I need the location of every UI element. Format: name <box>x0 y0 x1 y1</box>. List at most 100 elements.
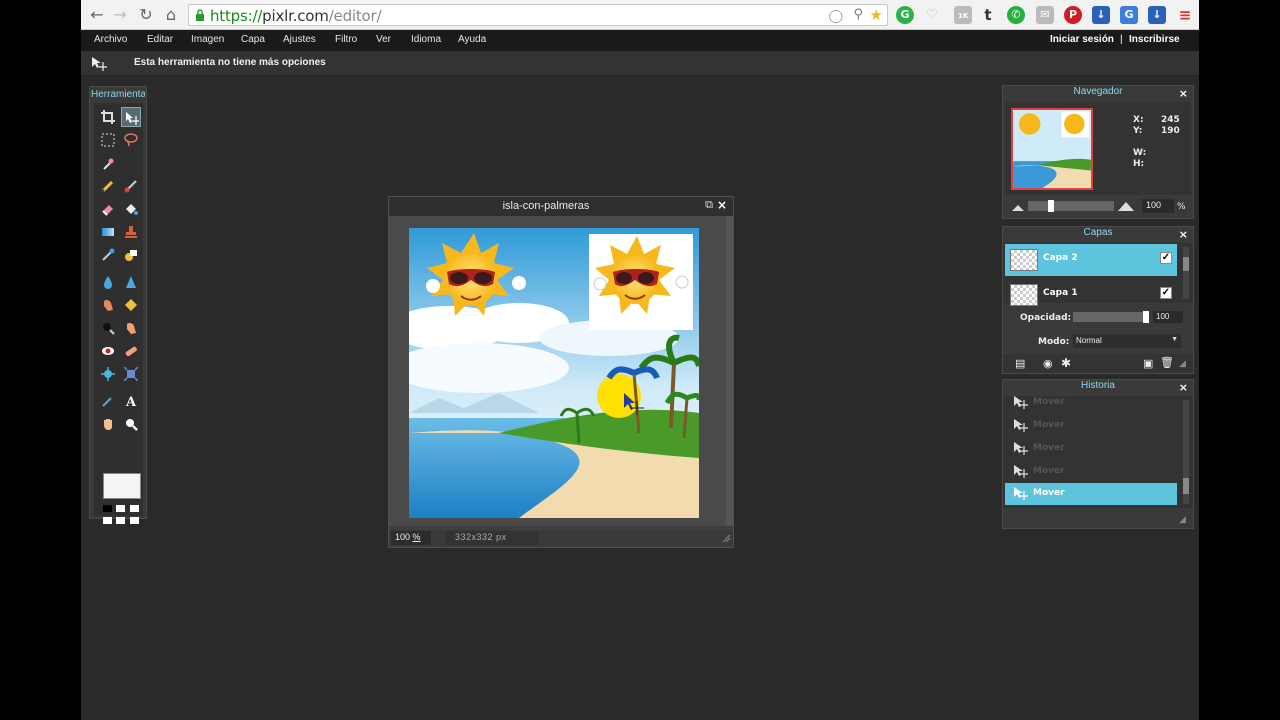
layer-styles-icon[interactable]: ✱ <box>1061 356 1071 370</box>
red-eye-tool[interactable] <box>98 341 118 361</box>
menu-imagen[interactable]: Imagen <box>191 34 224 45</box>
sharpen-tool[interactable] <box>121 272 141 292</box>
clone-stamp-tool[interactable] <box>121 222 141 242</box>
color-square-c[interactable] <box>103 517 112 524</box>
menu-filtro[interactable]: Filtro <box>335 34 357 45</box>
menu-archivo[interactable]: Archivo <box>94 34 127 45</box>
history-item[interactable]: Mover <box>1005 415 1177 437</box>
history-item[interactable]: Mover <box>1005 438 1177 460</box>
layer-settings-icon[interactable]: ▤ <box>1015 357 1025 370</box>
bloat-tool[interactable] <box>98 364 118 384</box>
layer-row-capa-1[interactable]: Capa 1 ✓ <box>1005 279 1177 311</box>
history-scroll-thumb[interactable] <box>1183 478 1189 494</box>
history-close-icon[interactable]: × <box>1179 381 1188 394</box>
menu-ayuda[interactable]: Ayuda <box>458 34 486 45</box>
eraser-tool[interactable] <box>98 199 118 219</box>
back-icon[interactable]: ← <box>87 5 107 25</box>
menu-capa[interactable]: Capa <box>241 34 265 45</box>
pinch-tool[interactable] <box>121 364 141 384</box>
history-item-selected[interactable]: Mover <box>1005 483 1177 505</box>
image-window-titlebar[interactable]: isla-con-palmeras ⧉ × <box>389 197 733 216</box>
menu-idioma[interactable]: Idioma <box>411 34 441 45</box>
color-square-d[interactable] <box>116 517 125 524</box>
magic-wand-tool[interactable] <box>98 153 118 173</box>
lasso-tool[interactable] <box>121 130 141 150</box>
forward-icon[interactable]: → <box>110 5 130 25</box>
opacity-thumb[interactable] <box>1143 311 1149 323</box>
layers-scrollbar[interactable] <box>1183 247 1189 299</box>
blend-mode-select[interactable]: Normal ▼ <box>1073 334 1181 348</box>
marquee-tool[interactable] <box>98 130 118 150</box>
resize-grip-icon[interactable] <box>721 533 731 543</box>
burn-tool[interactable] <box>98 318 118 338</box>
zoom-tool[interactable] <box>121 414 141 434</box>
navigator-close-icon[interactable]: × <box>1179 87 1188 100</box>
default-colors-black[interactable] <box>103 505 112 512</box>
download-icon[interactable]: ↓ <box>1092 6 1110 24</box>
zoom-out-icon[interactable] <box>1012 203 1024 211</box>
opacity-slider[interactable] <box>1073 311 1149 323</box>
home-icon[interactable]: ⌂ <box>161 5 181 25</box>
sponge-tool[interactable] <box>121 295 141 315</box>
navigator-preview[interactable] <box>1011 108 1093 190</box>
crop-tool[interactable] <box>98 107 118 127</box>
nav-zoom-thumb[interactable] <box>1048 200 1054 212</box>
drawing-tool[interactable] <box>121 245 141 265</box>
smudge-tool[interactable] <box>98 295 118 315</box>
paint-bucket-tool[interactable] <box>121 199 141 219</box>
pinterest-icon[interactable]: P <box>1064 6 1082 24</box>
nav-zoom-value[interactable]: 100 <box>1142 199 1174 213</box>
layer-row-capa-2[interactable]: Capa 2 ✓ <box>1005 244 1177 276</box>
color-square-e[interactable] <box>130 517 139 524</box>
nav-zoom-slider[interactable] <box>1028 200 1114 212</box>
blur-tool[interactable] <box>98 272 118 292</box>
layers-close-icon[interactable]: × <box>1179 228 1188 241</box>
tumblr-icon[interactable]: t <box>979 6 997 24</box>
foreground-color-swatch[interactable] <box>103 473 141 499</box>
color-picker-tool[interactable] <box>98 391 118 411</box>
restore-icon[interactable]: ⧉ <box>705 199 713 212</box>
translate-icon[interactable]: G <box>1120 6 1138 24</box>
canvas-scrollbar[interactable] <box>726 216 733 526</box>
spot-heal-tool[interactable] <box>121 341 141 361</box>
history-scrollbar[interactable] <box>1183 400 1189 504</box>
swap-color-b[interactable] <box>130 505 139 512</box>
menu-ver[interactable]: Ver <box>376 34 391 45</box>
zoom-field[interactable]: 100 % <box>391 531 431 545</box>
gradient-tool[interactable] <box>98 222 118 242</box>
zoom-in-icon[interactable] <box>1118 201 1134 211</box>
layers-resize-grip-icon[interactable]: ◢ <box>1179 358 1186 369</box>
layer-visibility-checkbox[interactable]: ✓ <box>1160 252 1172 264</box>
brush-tool[interactable] <box>121 176 141 196</box>
menu-editar[interactable]: Editar <box>147 34 173 45</box>
close-icon[interactable]: × <box>717 198 727 212</box>
bell-icon[interactable]: ♡ <box>923 6 941 24</box>
signup-link[interactable]: Inscribirse <box>1129 34 1180 45</box>
new-layer-icon[interactable]: ▣ <box>1143 357 1153 370</box>
address-bar[interactable]: https://pixlr.com/editor/ ◯ ⚲ ★ <box>188 4 888 26</box>
zoom-icon[interactable]: ⚲ <box>853 7 863 22</box>
whatsapp-icon[interactable]: ✆ <box>1007 6 1025 24</box>
extension-green-icon[interactable]: G <box>896 6 914 24</box>
color-replace-tool[interactable] <box>98 245 118 265</box>
canvas-area[interactable] <box>389 216 726 526</box>
menu-ajustes[interactable]: Ajustes <box>283 34 316 45</box>
hand-tool[interactable] <box>98 414 118 434</box>
mail-icon[interactable]: ✉ <box>1036 6 1054 24</box>
pencil-tool[interactable] <box>98 176 118 196</box>
layer-visibility-checkbox[interactable]: ✓ <box>1160 287 1172 299</box>
bookmark-star-icon[interactable]: ★ <box>870 6 883 24</box>
reload-icon[interactable]: ↻ <box>136 5 156 25</box>
login-link[interactable]: Iniciar sesión <box>1050 34 1114 45</box>
dodge-tool[interactable] <box>121 318 141 338</box>
layer-mask-icon[interactable]: ◉ <box>1043 357 1053 370</box>
shield-icon[interactable]: ◯ <box>828 8 843 24</box>
swap-color-a[interactable] <box>116 505 125 512</box>
type-tool[interactable]: A <box>121 391 141 411</box>
history-resize-grip-icon[interactable]: ◢ <box>1179 514 1186 525</box>
download-alt-icon[interactable]: ↓ <box>1148 6 1166 24</box>
trash-icon[interactable]: 🗑 <box>1160 356 1174 369</box>
move-tool[interactable] <box>121 107 141 127</box>
layers-scroll-thumb[interactable] <box>1183 257 1189 271</box>
extension-badge-icon[interactable]: 1K <box>954 6 972 24</box>
